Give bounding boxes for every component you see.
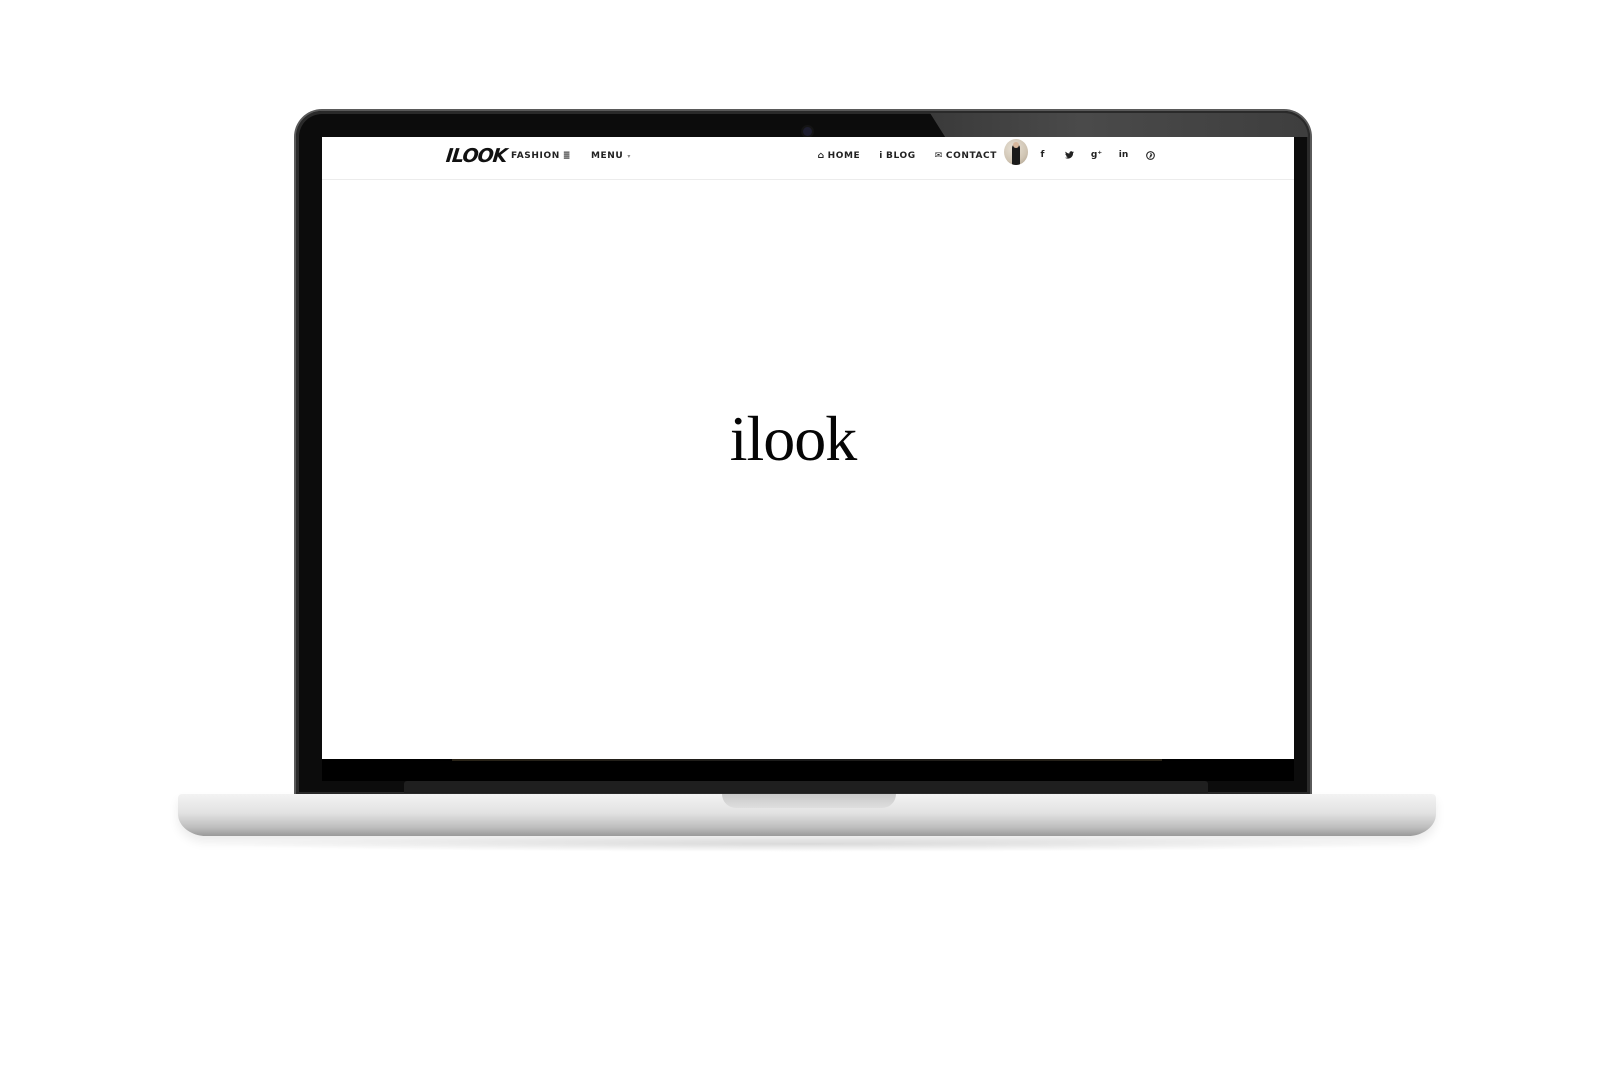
nav-fashion[interactable]: FASHION ≣: [511, 151, 571, 161]
laptop-shadow: [200, 836, 1414, 852]
nav-menu[interactable]: MENU ▾: [591, 151, 631, 161]
twitter-bird-shape: [1065, 151, 1074, 159]
hero-title: ilook: [729, 402, 858, 474]
google-plus-icon[interactable]: g⁺: [1083, 147, 1110, 163]
laptop-mockup: ILOOK FASHION ≣ MENU ▾ ⌂ HOME i BLOG ✉ C…: [0, 0, 1600, 1066]
site-navbar: ILOOK FASHION ≣ MENU ▾ ⌂ HOME i BLOG ✉ C…: [322, 137, 1294, 180]
nav-left: FASHION ≣ MENU ▾: [511, 151, 631, 161]
screen-bottom-edge: [452, 759, 1162, 761]
laptop-notch: [722, 794, 896, 808]
lid-reflection: [930, 113, 1308, 137]
pinterest-shape: [1146, 150, 1155, 160]
caret-down-icon: ▾: [627, 152, 631, 160]
avatar[interactable]: [1004, 139, 1028, 165]
pinterest-icon[interactable]: [1137, 147, 1164, 163]
nav-menu-label: MENU: [590, 151, 624, 161]
facebook-icon[interactable]: f: [1029, 147, 1056, 163]
browser-screen: ILOOK FASHION ≣ MENU ▾ ⌂ HOME i BLOG ✉ C…: [322, 137, 1294, 759]
social-links: f g⁺ in: [1029, 147, 1164, 163]
nav-blog[interactable]: i BLOG: [879, 151, 915, 161]
site-logo[interactable]: ILOOK: [445, 145, 508, 167]
linkedin-icon[interactable]: in: [1110, 147, 1137, 163]
info-icon: i: [879, 150, 883, 161]
bars-icon: ≣: [562, 150, 571, 161]
hero-section: ilook: [322, 180, 1294, 759]
laptop-hinge: [404, 781, 1208, 793]
screen-bottom-bezel: [322, 759, 1294, 781]
nav-fashion-label: FASHION: [511, 151, 560, 161]
home-icon: ⌂: [817, 150, 825, 161]
nav-blog-label: BLOG: [885, 151, 916, 161]
nav-home[interactable]: ⌂ HOME: [818, 151, 861, 161]
nav-contact-label: CONTACT: [945, 151, 997, 161]
envelope-icon: ✉: [934, 150, 943, 161]
webcam-icon: [803, 127, 812, 136]
nav-right: ⌂ HOME i BLOG ✉ CONTACT: [818, 151, 997, 161]
nav-contact[interactable]: ✉ CONTACT: [935, 151, 997, 161]
avatar-head: [1013, 142, 1019, 148]
twitter-icon[interactable]: [1056, 147, 1083, 163]
nav-home-label: HOME: [827, 151, 861, 161]
